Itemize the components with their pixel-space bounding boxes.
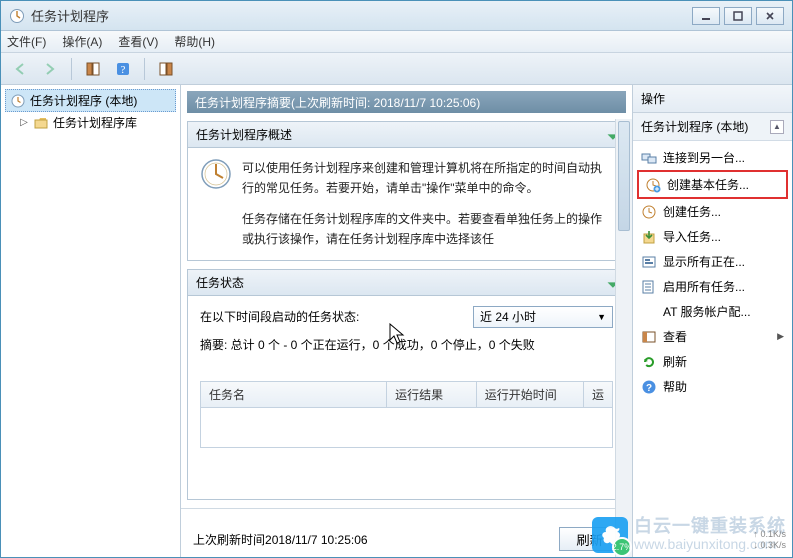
- svg-text:?: ?: [121, 64, 126, 76]
- tree-child-label: 任务计划程序库: [53, 114, 137, 131]
- minimize-button[interactable]: [692, 7, 720, 25]
- expand-icon[interactable]: ▷: [19, 117, 29, 128]
- svg-text:?: ?: [646, 383, 652, 394]
- maximize-button[interactable]: [724, 7, 752, 25]
- action-label: 查看: [663, 328, 687, 345]
- action-help[interactable]: ? 帮助: [635, 374, 790, 399]
- action-label: 创建基本任务...: [667, 176, 749, 193]
- import-icon: [641, 229, 657, 245]
- net-status: ↑ 0.1K/s ↓ 0.3K/s: [753, 529, 786, 551]
- status-section: 任务状态 ◢ 在以下时间段启动的任务状态: 近 24 小时 ▼ 摘要: 总计 0…: [187, 269, 626, 500]
- action-label: 连接到另一台...: [663, 149, 745, 166]
- overview-paragraph-2: 任务存储在任务计划程序库的文件夹中。若要查看单独任务上的操作或执行该操作，请在任…: [200, 209, 613, 250]
- actions-list: 连接到另一台... 创建基本任务... 创建任务... 导入任务... 显示所有正在..…: [633, 141, 792, 403]
- action-show-running[interactable]: 显示所有正在...: [635, 249, 790, 274]
- refresh-button[interactable]: 刷新: [559, 527, 620, 551]
- connect-icon: [641, 150, 657, 166]
- enable-history-icon: [641, 279, 657, 295]
- action-import[interactable]: 导入任务...: [635, 224, 790, 249]
- actions-subheader: 任务计划程序 (本地) ▲: [633, 113, 792, 141]
- overview-header[interactable]: 任务计划程序概述 ◢: [188, 122, 625, 148]
- create-basic-icon: [645, 177, 661, 193]
- action-create[interactable]: 创建任务...: [635, 199, 790, 224]
- show-running-icon: [641, 254, 657, 270]
- help-toolbar-button[interactable]: ?: [110, 57, 136, 81]
- app-icon: [9, 8, 25, 24]
- status-header[interactable]: 任务状态 ◢: [188, 270, 625, 296]
- scrollbar-thumb[interactable]: [618, 121, 630, 231]
- menu-file[interactable]: 文件(F): [7, 33, 46, 50]
- col-run-start[interactable]: 运行开始时间: [477, 382, 584, 407]
- action-label: 帮助: [663, 378, 687, 395]
- titlebar: 任务计划程序: [1, 1, 792, 31]
- tree-child[interactable]: ▷ 任务计划程序库: [5, 112, 176, 133]
- summary-header: 任务计划程序摘要(上次刷新时间: 2018/11/7 10:25:06): [187, 91, 626, 113]
- status-title: 任务状态: [196, 274, 244, 291]
- tree-pane: 任务计划程序 (本地) ▷ 任务计划程序库: [1, 85, 181, 557]
- action-connect[interactable]: 连接到另一台...: [635, 145, 790, 170]
- col-run-result[interactable]: 运行结果: [387, 382, 477, 407]
- action-enable-history[interactable]: 启用所有任务...: [635, 274, 790, 299]
- menu-action[interactable]: 操作(A): [62, 33, 102, 50]
- action-label: AT 服务帐户配...: [663, 303, 751, 320]
- menu-help[interactable]: 帮助(H): [174, 33, 215, 50]
- tree-root[interactable]: 任务计划程序 (本地): [5, 89, 176, 112]
- task-table-body: [200, 408, 613, 448]
- help-icon: ?: [641, 379, 657, 395]
- folder-icon: [33, 115, 49, 131]
- task-table-header: 任务名 运行结果 运行开始时间 运: [200, 381, 613, 408]
- refresh-icon: [641, 354, 657, 370]
- status-summary: 摘要: 总计 0 个 - 0 个正在运行，0 个成功，0 个停止，0 个失败: [188, 332, 625, 375]
- menu-view[interactable]: 查看(V): [118, 33, 158, 50]
- overview-section: 任务计划程序概述 ◢ 可以使用任务计划程序来创建和管理计算机将在所指定的时间自动…: [187, 121, 626, 261]
- actions-scope: 任务计划程序 (本地): [641, 118, 748, 135]
- action-create-basic[interactable]: 创建基本任务...: [637, 170, 788, 199]
- center-scrollbar[interactable]: [615, 119, 632, 557]
- action-label: 创建任务...: [663, 203, 721, 220]
- at-account-icon: [641, 304, 657, 320]
- col-task-name[interactable]: 任务名: [201, 382, 387, 407]
- create-icon: [641, 204, 657, 220]
- collapse-up-icon[interactable]: ▲: [770, 120, 784, 134]
- center-pane: 任务计划程序摘要(上次刷新时间: 2018/11/7 10:25:06) 任务计…: [181, 85, 632, 557]
- view-icon: [641, 329, 657, 345]
- overview-title: 任务计划程序概述: [196, 126, 292, 143]
- last-refresh-text: 上次刷新时间2018/11/7 10:25:06: [193, 531, 368, 548]
- action-view[interactable]: 查看 ▶: [635, 324, 790, 349]
- actions-header: 操作: [633, 85, 792, 113]
- time-range-dropdown[interactable]: 近 24 小时 ▼: [473, 306, 613, 328]
- action-label: 刷新: [663, 353, 687, 370]
- back-button[interactable]: [7, 57, 33, 81]
- menubar: 文件(F) 操作(A) 查看(V) 帮助(H): [1, 31, 792, 53]
- action-label: 启用所有任务...: [663, 278, 745, 295]
- last-refresh-bar: 上次刷新时间2018/11/7 10:25:06 刷新: [181, 508, 632, 557]
- overview-paragraph-1: 可以使用任务计划程序来创建和管理计算机将在所指定的时间自动执行的常见任务。若要开…: [242, 158, 613, 199]
- chevron-down-icon: ▼: [597, 312, 606, 322]
- tree-root-label: 任务计划程序 (本地): [30, 92, 137, 109]
- clock-graphic-icon: [200, 158, 232, 199]
- action-refresh[interactable]: 刷新: [635, 349, 790, 374]
- window-title: 任务计划程序: [31, 6, 692, 25]
- show-hide-actions-button[interactable]: [153, 57, 179, 81]
- clock-icon: [10, 93, 26, 109]
- chevron-right-icon: ▶: [777, 331, 784, 342]
- show-hide-tree-button[interactable]: [80, 57, 106, 81]
- action-label: 显示所有正在...: [663, 253, 745, 270]
- col-overflow[interactable]: 运: [584, 382, 612, 407]
- task-scheduler-window: 任务计划程序 文件(F) 操作(A) 查看(V) 帮助(H) ? 任务计划程序 …: [0, 0, 793, 558]
- close-button[interactable]: [756, 7, 784, 25]
- action-label: 导入任务...: [663, 228, 721, 245]
- action-at-account[interactable]: AT 服务帐户配...: [635, 299, 790, 324]
- actions-pane: 操作 任务计划程序 (本地) ▲ 连接到另一台... 创建基本任务... 创建任务.…: [632, 85, 792, 557]
- dropdown-value: 近 24 小时: [480, 308, 536, 325]
- forward-button[interactable]: [37, 57, 63, 81]
- toolbar: ?: [1, 53, 792, 85]
- status-range-label: 在以下时间段启动的任务状态:: [200, 308, 359, 325]
